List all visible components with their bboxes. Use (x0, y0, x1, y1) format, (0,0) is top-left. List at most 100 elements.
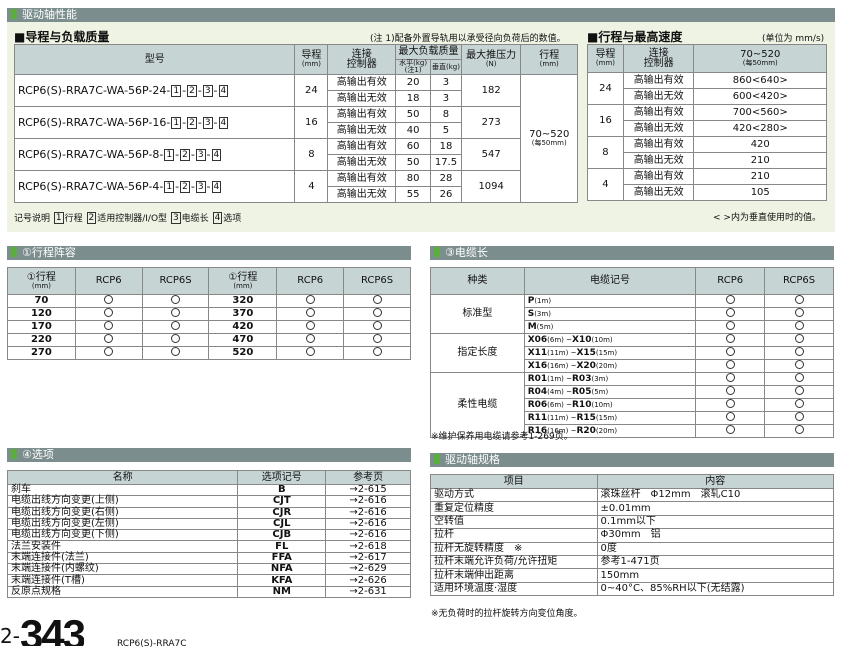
model-ctrl: 高输出无效 (327, 154, 397, 171)
option-code: FFA (237, 551, 327, 565)
legend-prefix: 记号说明 (14, 214, 51, 224)
sh-range-unit: (每50mm) (742, 59, 778, 67)
option-row: 反原点规格 NM →2-631 (6, 585, 411, 598)
suffix-box-1: 1 (164, 148, 175, 161)
h-load-h-note: (注1) (404, 66, 422, 74)
option-name: 电缆出线方向变更(右侧) (6, 506, 239, 519)
cb-h-type: 种类 (430, 267, 525, 295)
sl-h-unit-2: (mm) (233, 281, 253, 290)
available-circle-icon (794, 399, 804, 408)
available-circle-icon (305, 308, 315, 317)
cable-code: X06(6m) ~X10(10m) (523, 333, 697, 347)
cable-type: 柔性电缆 (430, 372, 525, 438)
model-load-h: 80 (395, 170, 432, 187)
spec-content: 0~40°C、85%RH以下(无结露) (596, 581, 835, 597)
stroke-value: 370 (208, 307, 278, 321)
legend-item: 电缆长 (181, 214, 209, 224)
speed-ctrl: 高输出无效 (622, 120, 695, 137)
h-stroke-unit: (mm) (539, 60, 559, 68)
model-ctrl: 高输出有效 (327, 106, 397, 123)
cable-type: 标准型 (430, 294, 525, 334)
available-circle-icon (794, 373, 804, 382)
speed-table: 导程 (mm) 连接 控制器 70~520 (每50mm) 24 高输出有效 860<64… (587, 44, 827, 201)
option-page: →2-617 (325, 551, 411, 565)
stroke-value: 170 (7, 320, 76, 334)
speed-row: 高输出无效 105 (588, 184, 827, 201)
cable-note: ※维护保养用电缆请参考1-269页。 (431, 432, 573, 442)
available-circle-icon (104, 295, 114, 304)
option-row: 电缆出线方向变更(下侧) CJB →2-616 (6, 529, 411, 542)
model-name: RCP6(S)-RRA7C-WA-56P-24- 1-2-3-4 (13, 74, 296, 107)
stroke-lineup-title: ①行程阵容 (22, 246, 76, 259)
available-circle-icon (305, 347, 315, 356)
spec-note: ※无负荷时的拉杆旋转方向变位角度。 (431, 609, 583, 619)
suffix-box-2: 2 (187, 116, 197, 129)
available-circle-icon (725, 295, 735, 304)
available-circle-icon (794, 308, 804, 317)
cable-header: ③电缆长 (430, 246, 834, 260)
stroke-row: 170 420 (7, 320, 411, 334)
model-push: 1094 (460, 170, 522, 203)
drive-performance-title: 驱动轴性能 (22, 8, 77, 21)
stroke-row: 120 370 (7, 307, 411, 321)
available-circle-icon (372, 334, 382, 343)
speed-value: 210 (693, 152, 827, 169)
suffix-box-4: 4 (211, 180, 222, 193)
speed-lead: 4 (587, 168, 624, 201)
available-circle-icon (725, 412, 735, 421)
spec-row: 适用环境温度·湿度 0~40°C、85%RH以下(无结露) (430, 581, 835, 597)
spec-content: Φ30mm 铝 (596, 528, 835, 543)
speed-row: 8 高输出有效 420 (587, 136, 827, 169)
model-load-v: 8 (430, 106, 462, 123)
stroke-value: 420 (208, 320, 278, 334)
page-num: 343 (19, 614, 85, 646)
cable-code: R06(6m) ~R10(10m) (523, 398, 697, 412)
model-load-v: 28 (430, 170, 462, 187)
model-load-h: 18 (395, 90, 432, 107)
legend-item: 选项 (223, 214, 242, 224)
option-row: 电缆出线方向变更(左侧) CJL →2-616 (6, 517, 411, 531)
suffix-box-1: 1 (171, 84, 182, 97)
option-page: →2-618 (325, 540, 411, 553)
suffix-box-2: 2 (180, 148, 190, 161)
speed-row: 高输出无效 210 (588, 152, 827, 169)
suffix-box-3: 3 (195, 180, 206, 193)
available-circle-icon (725, 334, 735, 343)
model-load-h: 60 (395, 138, 432, 155)
speed-row: 高输出无效 420<280> (588, 120, 827, 137)
speed-value: 105 (693, 184, 827, 201)
option-code: KFA (237, 574, 327, 587)
speed-ctrl: 高输出无效 (622, 88, 695, 105)
suffix-box-1: 1 (171, 116, 182, 129)
available-circle-icon (794, 425, 804, 434)
spec-row: 重复定位精度 ±0.01mm (430, 501, 835, 516)
option-page: →2-629 (325, 563, 411, 576)
speed-ctrl: 高输出无效 (622, 152, 695, 169)
cable-row: 指定长度 X06(6m) ~X10(10m) (430, 333, 834, 373)
speed-lead: 8 (587, 136, 624, 169)
sp-h-content: 内容 (596, 474, 835, 489)
model-lead: 4 (294, 170, 329, 203)
model-stroke: 70~520 (每50mm) (520, 74, 578, 203)
spec-row: 空转值 0.1mm以下 (430, 514, 835, 530)
available-circle-icon (305, 321, 315, 330)
available-circle-icon (725, 360, 735, 369)
model-row: RCP6(S)-RRA7C-WA-56P-16- 1-2-3-4 16 高输出有效 50… (13, 106, 578, 139)
op-h-page: 参考页 (325, 470, 411, 485)
available-circle-icon (171, 334, 181, 343)
sl-h-rcp6: RCP6 (74, 267, 143, 295)
model-load-h: 50 (395, 106, 432, 123)
model-load-v: 5 (430, 122, 462, 139)
spec-content: 参考1-471页 (596, 554, 835, 570)
note-1: (注 1)配备外置导轨用以承受径向负荷后的数值。 (370, 34, 566, 44)
page-number: 2-343 (0, 614, 84, 646)
suffix-box-4: 4 (218, 84, 229, 97)
option-page: →2-616 (325, 517, 411, 531)
cable-table: 种类 电缆记号 RCP6 RCP6S 标准型 P(1m) S(3m) M(5m) 指定长… (430, 267, 834, 438)
cb-h-code: 电缆记号 (523, 267, 697, 295)
available-circle-icon (794, 334, 804, 343)
option-name: 末端连接件(内螺纹) (6, 563, 239, 576)
suffix-box-3: 3 (202, 84, 213, 97)
h-ctrl1: 连接 (351, 48, 372, 60)
h-load-v: 垂直(kg) (430, 59, 462, 75)
